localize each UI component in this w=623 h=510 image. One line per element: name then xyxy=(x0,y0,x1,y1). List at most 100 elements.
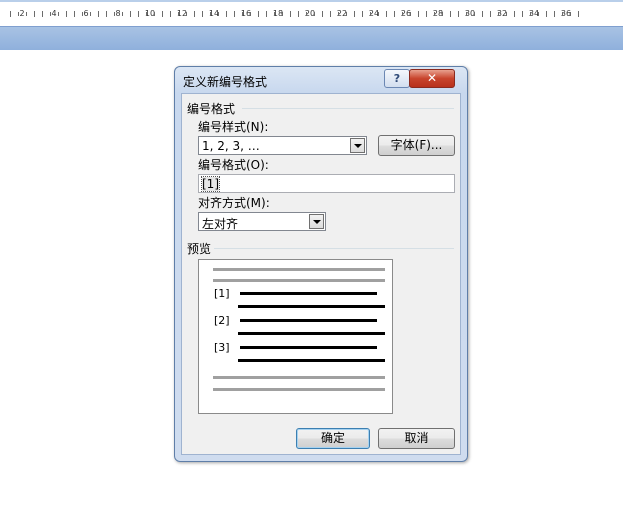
dialog-title: 定义新编号格式 xyxy=(183,75,268,89)
ruler-tick xyxy=(322,11,323,17)
ruler-tick xyxy=(218,12,219,16)
ruler-tick xyxy=(418,11,419,17)
ruler-tick xyxy=(570,12,571,16)
dialog-client-area: 编号格式 编号样式(N): 1, 2, 3, … 字体(F)... 编号格式(O… xyxy=(181,93,461,455)
number-style-value: 1, 2, 3, … xyxy=(202,139,260,153)
ruler-tick xyxy=(122,12,123,16)
numbering-format-group-title: 编号格式 xyxy=(187,102,236,116)
preview-gray-line xyxy=(213,376,385,379)
ruler-tick xyxy=(530,12,531,16)
ruler-tick xyxy=(362,11,363,17)
ruler-tick xyxy=(154,12,155,16)
ruler-tick xyxy=(346,12,347,16)
ruler-tick xyxy=(266,11,267,17)
group-separator xyxy=(242,108,454,109)
ruler-tick xyxy=(354,11,355,17)
preview-text-line xyxy=(240,319,377,322)
ruler-tick xyxy=(258,11,259,17)
ruler-tick xyxy=(26,12,27,16)
ruler-tick xyxy=(274,12,275,16)
preview-gray-line xyxy=(213,279,385,282)
ruler-tick xyxy=(522,11,523,17)
ruler-tick xyxy=(434,12,435,16)
ruler-tick xyxy=(18,12,19,16)
ruler-tick xyxy=(186,12,187,16)
preview-text-line xyxy=(240,346,377,349)
ruler-tick xyxy=(314,12,315,16)
ruler-tick xyxy=(330,11,331,17)
ruler-tick xyxy=(74,11,75,17)
ruler-tick xyxy=(178,12,179,16)
ruler-tick xyxy=(170,11,171,17)
close-button[interactable]: ✕ xyxy=(409,69,455,88)
preview-gray-line xyxy=(213,268,385,271)
ok-button[interactable]: 确定 xyxy=(296,428,370,449)
ruler-tick xyxy=(474,12,475,16)
ruler-tick xyxy=(386,11,387,17)
ruler-tick xyxy=(98,11,99,17)
dialog-titlebar[interactable]: 定义新编号格式 ? ✕ xyxy=(175,67,467,93)
cancel-button[interactable]: 取消 xyxy=(378,428,455,449)
preview-gray-line xyxy=(213,388,385,391)
ruler-tick xyxy=(458,11,459,17)
ruler-tick xyxy=(114,12,115,16)
ruler-tick xyxy=(514,11,515,17)
ruler-tick xyxy=(226,11,227,17)
ruler-tick xyxy=(554,11,555,17)
preview-text-line xyxy=(240,292,377,295)
ruler-tick xyxy=(282,12,283,16)
ruler-tick xyxy=(162,11,163,17)
ruler-tick xyxy=(234,11,235,17)
ruler-tick xyxy=(402,12,403,16)
ruler-tick xyxy=(426,11,427,17)
ruler-tick xyxy=(10,11,11,17)
chevron-down-icon[interactable] xyxy=(350,138,365,153)
ruler-tick xyxy=(338,12,339,16)
ruler-tick xyxy=(194,11,195,17)
ruler-tick xyxy=(490,11,491,17)
define-numbering-format-dialog: 定义新编号格式 ? ✕ 编号格式 编号样式(N): 1, 2, 3, … 字体(… xyxy=(174,66,468,462)
ruler-tick xyxy=(42,11,43,17)
preview-text-line xyxy=(238,332,385,335)
number-format-input[interactable]: [1] xyxy=(198,174,455,193)
horizontal-ruler[interactable]: 2 4 6 8 10 12 14 16 18 20 22 24 26 28 30 32 34 36 xyxy=(0,0,623,50)
preview-label-1: [1] xyxy=(214,287,230,300)
preview-text-line xyxy=(238,305,385,308)
ruler-tick xyxy=(34,11,35,17)
ruler-tick xyxy=(82,12,83,16)
ruler-tick xyxy=(146,12,147,16)
ruler-tick xyxy=(482,11,483,17)
ruler-tick xyxy=(210,12,211,16)
font-button[interactable]: 字体(F)... xyxy=(378,135,455,156)
number-format-value: [1] xyxy=(201,176,220,192)
chevron-down-icon[interactable] xyxy=(309,214,324,229)
preview-separator xyxy=(214,248,454,249)
ruler-tick xyxy=(394,11,395,17)
ruler-tick xyxy=(410,12,411,16)
ruler-tick xyxy=(442,12,443,16)
ruler-tick xyxy=(306,12,307,16)
help-button[interactable]: ? xyxy=(384,69,410,88)
preview-pane: [1] [2] [3] xyxy=(198,259,393,414)
alignment-value: 左对齐 xyxy=(202,217,239,231)
preview-text-line xyxy=(238,359,385,362)
ruler-tick xyxy=(250,12,251,16)
ruler-tick xyxy=(498,12,499,16)
ruler-tick xyxy=(290,11,291,17)
number-style-combo[interactable]: 1, 2, 3, … xyxy=(198,136,367,155)
ruler-baseline xyxy=(0,26,623,27)
ruler-tick xyxy=(202,11,203,17)
ruler-tick xyxy=(450,11,451,17)
preview-label-2: [2] xyxy=(214,314,230,327)
ruler-tick xyxy=(66,11,67,17)
preview-label-3: [3] xyxy=(214,341,230,354)
ruler-tick xyxy=(466,12,467,16)
alignment-combo[interactable]: 左对齐 xyxy=(198,212,326,231)
ruler-tick xyxy=(50,12,51,16)
ruler-tick xyxy=(370,12,371,16)
ruler-tick xyxy=(90,12,91,16)
ruler-tick xyxy=(562,12,563,16)
alignment-label: 对齐方式(M): xyxy=(198,196,270,210)
ruler-tick xyxy=(130,11,131,17)
preview-group-title: 预览 xyxy=(187,242,212,256)
